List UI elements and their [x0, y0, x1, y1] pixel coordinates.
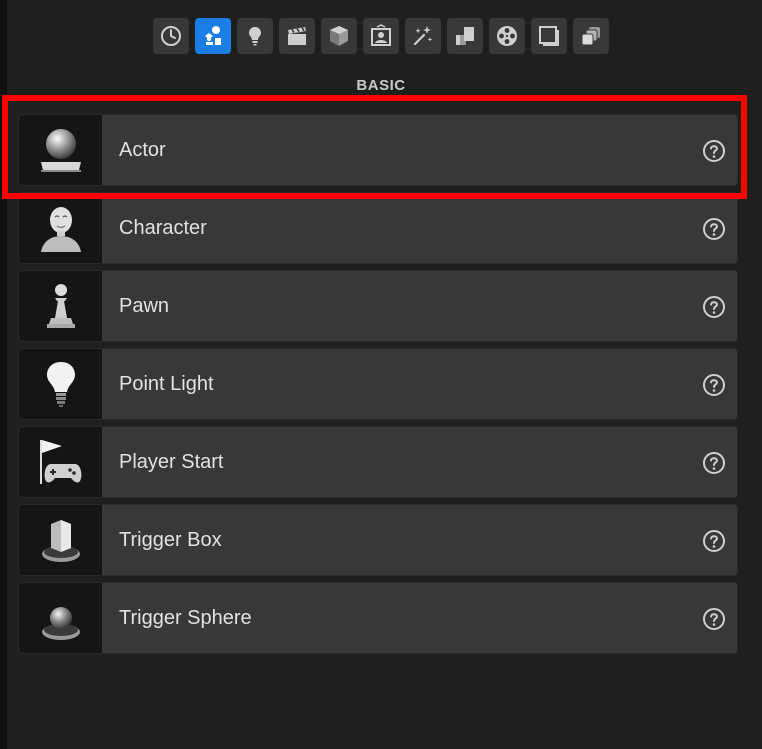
item-thumbnail [19, 193, 102, 263]
item-label: Trigger Sphere [119, 606, 252, 629]
tab-all-classes[interactable] [531, 18, 567, 54]
tab-cinematic[interactable] [279, 18, 315, 54]
tab-media[interactable] [489, 18, 525, 54]
sphere-on-plinth-icon [40, 129, 81, 172]
section-title: BASIC [356, 77, 406, 94]
item-label: Character [119, 216, 207, 239]
film-reel-icon [497, 26, 517, 46]
list-item-trigger-box[interactable]: Trigger Box [18, 504, 738, 576]
help-icon[interactable] [702, 607, 726, 631]
sparkles-icon [413, 26, 433, 46]
square-frame-icon [539, 26, 559, 46]
bald-head-icon [40, 207, 81, 252]
tab-geometry[interactable] [363, 18, 399, 54]
item-label: Actor [119, 138, 166, 161]
tab-layers[interactable] [573, 18, 609, 54]
portrait-frame-icon [371, 24, 391, 46]
help-icon[interactable] [702, 373, 726, 397]
clapperboard-icon [288, 27, 306, 45]
list-item-actor[interactable]: Actor [18, 114, 738, 186]
tab-basic[interactable] [195, 18, 231, 54]
item-thumbnail [19, 349, 102, 419]
box-on-disc-icon [41, 520, 80, 562]
cube-icon [330, 26, 348, 46]
sphere-on-disc-icon [41, 607, 80, 640]
item-thumbnail [19, 505, 102, 575]
item-thumbnail [19, 427, 102, 497]
left-edge-strip [0, 0, 7, 749]
item-thumbnail [19, 271, 102, 341]
help-icon[interactable] [702, 451, 726, 475]
list-item-point-light[interactable]: Point Light [18, 348, 738, 420]
tab-volumes[interactable] [447, 18, 483, 54]
category-tabbar [153, 18, 609, 54]
item-label: Point Light [119, 372, 214, 395]
item-thumbnail [19, 583, 102, 653]
actor-list: Actor Character Pawn Point Light Player … [18, 114, 738, 660]
list-item-player-start[interactable]: Player Start [18, 426, 738, 498]
item-thumbnail [19, 115, 102, 185]
item-label: Pawn [119, 294, 170, 317]
list-item-pawn[interactable]: Pawn [18, 270, 738, 342]
tab-effects[interactable] [405, 18, 441, 54]
light-bulb-icon [46, 362, 75, 407]
help-icon[interactable] [702, 139, 726, 163]
item-label: Trigger Box [119, 528, 222, 551]
tab-recently-placed[interactable] [153, 18, 189, 54]
basic-shapes-icon [205, 26, 221, 45]
help-icon[interactable] [702, 217, 726, 241]
layers-icon [581, 27, 600, 46]
stacked-blocks-icon [456, 27, 474, 45]
flag-gamepad-icon [39, 440, 81, 484]
chess-pawn-icon [46, 284, 75, 328]
recent-clock-icon [161, 26, 181, 46]
help-icon[interactable] [702, 295, 726, 319]
tab-lights[interactable] [237, 18, 273, 54]
help-icon[interactable] [702, 529, 726, 553]
lightbulb-icon [249, 27, 261, 46]
item-label: Player Start [119, 450, 224, 473]
list-item-character[interactable]: Character [18, 192, 738, 264]
list-item-trigger-sphere[interactable]: Trigger Sphere [18, 582, 738, 654]
tab-visual-effects[interactable] [321, 18, 357, 54]
